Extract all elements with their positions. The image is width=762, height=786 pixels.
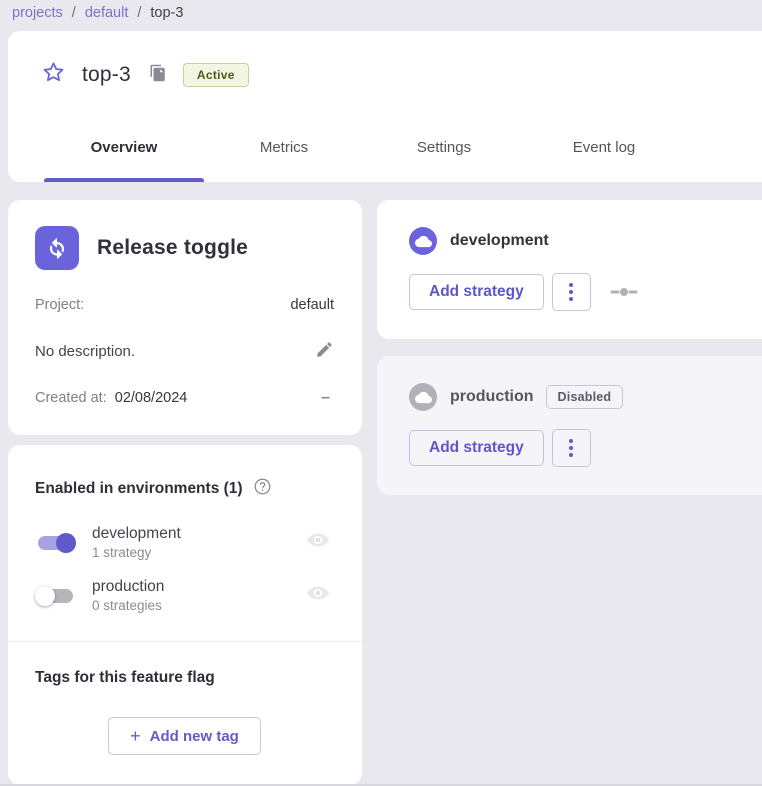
development-toggle[interactable]	[35, 531, 76, 555]
copy-name-button[interactable]	[148, 65, 168, 85]
flag-details-card: Release toggle Project: default No descr…	[8, 200, 362, 435]
project-value: default	[290, 297, 334, 313]
created-at-row: Created at: 02/08/2024 –	[35, 389, 334, 407]
eye-icon	[306, 528, 330, 557]
environment-menu-button[interactable]	[552, 273, 591, 311]
main-content: Release toggle Project: default No descr…	[8, 200, 762, 785]
flag-title-row: top-3 Active	[8, 53, 762, 97]
tab-metrics[interactable]: Metrics	[204, 121, 364, 182]
cloud-icon	[409, 383, 437, 411]
page-title: top-3	[82, 63, 131, 87]
tab-event-log[interactable]: Event log	[524, 121, 684, 182]
feature-flag-page: projects / default / top-3 top-3	[0, 0, 762, 786]
left-column: Release toggle Project: default No descr…	[8, 200, 362, 785]
add-new-tag-label: Add new tag	[150, 728, 239, 745]
plus-icon: +	[130, 727, 141, 745]
kebab-icon	[569, 439, 573, 457]
environment-name: production	[92, 578, 164, 596]
cloud-icon	[409, 227, 437, 255]
breadcrumb-separator: /	[72, 5, 76, 21]
copy-icon	[149, 64, 167, 87]
breadcrumb-current: top-3	[150, 5, 183, 21]
collapse-dash-icon: –	[321, 389, 334, 407]
environment-card-production: production Disabled Add strategy	[377, 356, 762, 495]
created-at-label: Created at:	[35, 390, 107, 406]
environments-title: Enabled in environments (1)	[35, 480, 243, 498]
release-toggle-icon	[35, 226, 79, 270]
breadcrumb-link-projects[interactable]: projects	[12, 5, 63, 21]
star-icon	[41, 60, 66, 90]
environment-row-production: production 0 strategies	[35, 578, 334, 613]
project-label: Project:	[35, 297, 84, 313]
add-strategy-button[interactable]: Add strategy	[409, 274, 544, 310]
tab-overview[interactable]: Overview	[44, 121, 204, 182]
tab-bar: Overview Metrics Settings Event log	[8, 121, 762, 182]
breadcrumb-link-default[interactable]: default	[85, 5, 129, 21]
environment-row-development: development 1 strategy	[35, 525, 334, 560]
help-icon[interactable]	[253, 477, 272, 501]
flag-header-card: top-3 Active Overview Metrics Settings E…	[8, 31, 762, 182]
environments-card: Enabled in environments (1) de	[8, 445, 362, 785]
add-strategy-button[interactable]: Add strategy	[409, 430, 544, 466]
description-row: No description.	[35, 340, 334, 362]
eye-icon	[306, 581, 330, 610]
environment-menu-button[interactable]	[552, 429, 591, 467]
edit-description-button[interactable]	[315, 340, 334, 362]
environment-card-name: development	[450, 232, 549, 250]
created-at-value: 02/08/2024	[115, 390, 188, 406]
kebab-icon	[569, 283, 573, 301]
environment-card-development: development Add strategy	[377, 200, 762, 339]
flag-type-header: Release toggle	[35, 226, 334, 270]
section-divider	[8, 641, 362, 642]
favorite-button[interactable]	[40, 62, 66, 88]
tab-settings[interactable]: Settings	[364, 121, 524, 182]
active-tab-indicator	[44, 178, 204, 182]
project-row: Project: default	[35, 297, 334, 313]
commit-icon	[610, 284, 638, 300]
right-column: development Add strategy	[377, 200, 762, 495]
production-toggle[interactable]	[35, 584, 76, 608]
breadcrumb-separator: /	[137, 5, 141, 21]
flag-type-label: Release toggle	[97, 236, 248, 260]
tags-title: Tags for this feature flag	[35, 669, 334, 687]
pencil-icon	[315, 340, 334, 362]
environment-card-name: production	[450, 388, 534, 406]
environment-strategy-count: 1 strategy	[92, 545, 181, 560]
environment-name: development	[92, 525, 181, 543]
description-text: No description.	[35, 343, 135, 360]
environment-strategy-count: 0 strategies	[92, 598, 164, 613]
add-new-tag-button[interactable]: + Add new tag	[108, 717, 261, 755]
breadcrumb: projects / default / top-3	[0, 0, 762, 21]
status-badge: Active	[183, 63, 249, 87]
disabled-badge: Disabled	[546, 385, 624, 409]
